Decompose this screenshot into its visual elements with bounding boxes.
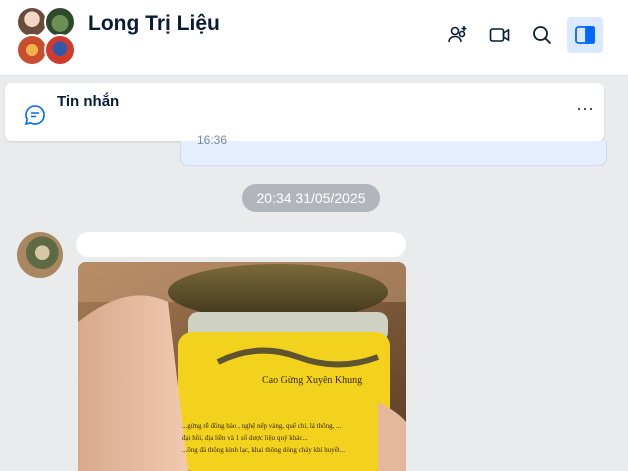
jar-label-text: ...ông đả thông kinh lạc, khai thông dòn… <box>182 446 346 454</box>
image-message[interactable]: Cao Gừng Xuyên Khung ...gừng rễ đồng bào… <box>78 262 406 471</box>
message-timestamp: 16:36 <box>197 133 228 147</box>
previous-message-bubble[interactable]: 16:36 <box>180 133 607 166</box>
jar-label-title: Cao Gừng Xuyên Khung <box>262 375 363 386</box>
pinned-label: Tin nhắn <box>57 93 120 110</box>
add-member-icon <box>448 26 467 43</box>
jar-label-text: đại hồi, địa liền và 1 số dược liệu quý … <box>182 434 308 442</box>
search-icon <box>533 26 552 45</box>
conversation-title[interactable]: Long Trị Liệu <box>88 12 220 36</box>
sidebar-toggle-button[interactable] <box>567 17 603 53</box>
group-avatar[interactable] <box>16 6 76 66</box>
sender-avatar[interactable] <box>17 232 63 278</box>
member-avatar <box>44 34 76 66</box>
date-separator: 20:34 31/05/2025 <box>242 184 380 212</box>
chat-bubble-icon <box>24 105 45 126</box>
search-button[interactable] <box>524 17 560 53</box>
sidebar-toggle-icon <box>575 26 595 44</box>
video-call-button[interactable] <box>482 17 518 53</box>
video-call-icon <box>489 28 510 42</box>
jar-label-text: ...gừng rễ đồng bào , nghệ nếp vàng, quế… <box>182 422 342 430</box>
chat-header: Long Trị Liệu <box>0 0 628 76</box>
add-member-button[interactable] <box>440 17 476 53</box>
more-options-button[interactable]: ··· <box>572 99 598 123</box>
sender-name-bubble <box>76 232 406 257</box>
pinned-message-bar[interactable]: Tin nhắn ··· <box>5 83 604 141</box>
